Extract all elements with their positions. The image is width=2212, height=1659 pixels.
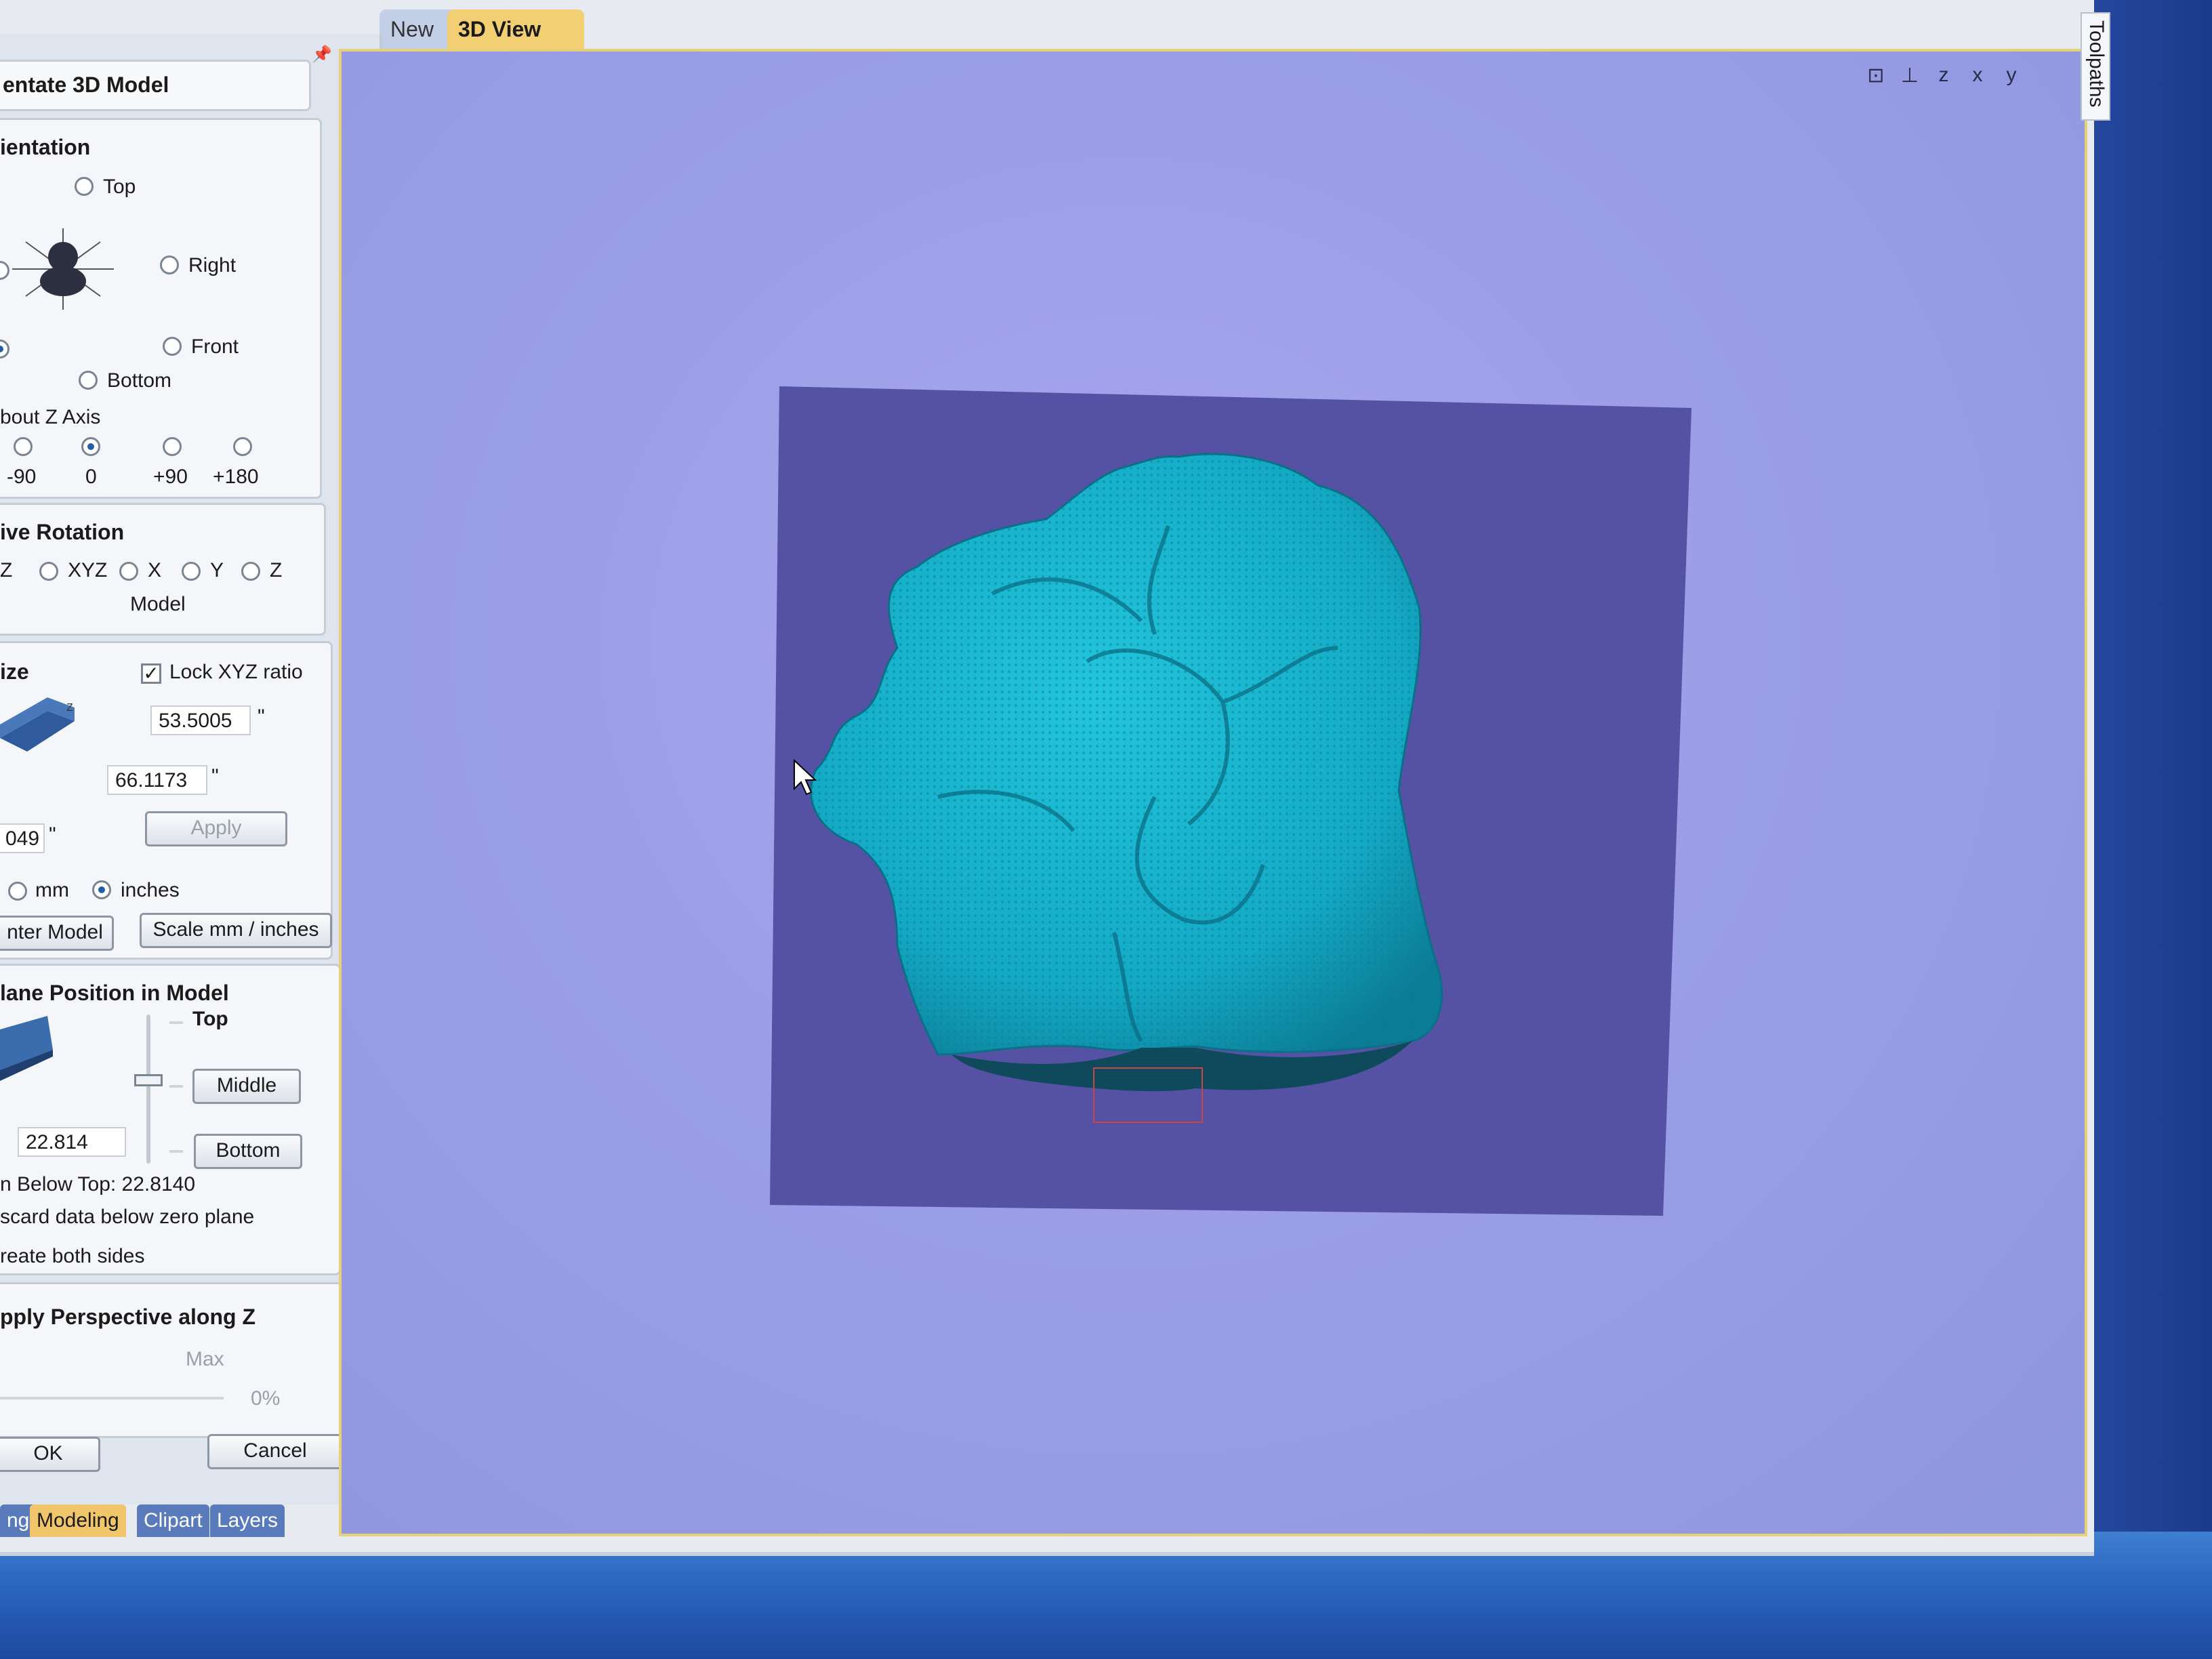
plane-top-label: Top <box>192 1008 228 1030</box>
size-title: ize <box>0 659 29 684</box>
pin-icon[interactable]: 📌 <box>312 45 332 64</box>
label-top: Top <box>103 176 136 198</box>
plane-slider-track[interactable] <box>146 1015 150 1164</box>
z-value-plus90: +90 <box>153 466 188 488</box>
z-value-0: 0 <box>85 466 97 488</box>
orientation-title: ientation <box>0 135 91 159</box>
cancel-button[interactable]: Cancel <box>207 1434 343 1469</box>
about-z-label: bout Z Axis <box>0 406 101 428</box>
radio-z-0[interactable] <box>81 437 100 456</box>
label-rot-xyz: XYZ <box>68 559 108 581</box>
apply-button[interactable]: Apply <box>145 811 287 846</box>
plane-preview-icon <box>0 1016 53 1081</box>
radio-z-plus180[interactable] <box>233 437 252 456</box>
lock-xyz-checkbox[interactable]: ✓ <box>141 663 161 684</box>
z-value-plus180: +180 <box>213 466 259 488</box>
svg-text:Z: Z <box>66 702 73 714</box>
radio-bottom[interactable] <box>79 371 98 390</box>
label-mm: mm <box>35 879 69 901</box>
tab-modeling[interactable]: Modeling <box>30 1504 126 1537</box>
plane-title: lane Position in Model <box>0 981 229 1005</box>
create-both-option[interactable]: reate both sides <box>0 1245 144 1268</box>
panel-title: entate 3D Model <box>3 73 169 97</box>
desktop-background <box>2094 0 2212 1532</box>
plane-value-field[interactable]: 22.814 <box>18 1127 126 1157</box>
size-field-3[interactable]: 049 <box>0 823 45 853</box>
mouse-cursor-icon <box>794 759 817 796</box>
rotation-model-label: Model <box>130 593 186 615</box>
radio-back[interactable] <box>0 340 9 359</box>
orientation-section: ientation Top Right Front Bottom bout Z … <box>0 118 322 499</box>
ok-button[interactable]: OK <box>0 1437 100 1472</box>
orientation-preview-icon <box>12 228 114 310</box>
tick-top <box>169 1021 183 1024</box>
toolpaths-label: Toolpaths <box>2085 20 2108 108</box>
3d-scene <box>770 386 1692 1216</box>
radio-inches[interactable] <box>92 880 111 899</box>
tab-clipart[interactable]: Clipart <box>137 1504 209 1537</box>
orientate-model-panel: 📌 entate 3D Model ientation Top Right Fr… <box>0 34 382 1504</box>
tab-3d-view[interactable]: 3D View <box>447 9 584 49</box>
plane-position-section: lane Position in Model Top Middle Bottom… <box>0 964 341 1275</box>
label-front: Front <box>191 335 239 358</box>
rotation-section: ive Rotation Z XYZ X Y Z Model <box>0 503 326 636</box>
tab-layers[interactable]: Layers <box>210 1504 285 1537</box>
radio-z-minus90[interactable] <box>14 437 33 456</box>
scale-units-button[interactable]: Scale mm / inches <box>140 913 332 948</box>
center-model-button[interactable]: nter Model <box>0 916 114 951</box>
size-section: ize Z ✓ Lock XYZ ratio 53.5005 " 66.1173… <box>0 641 333 960</box>
radio-mm[interactable] <box>8 882 27 901</box>
lock-xyz-label: Lock XYZ ratio <box>169 661 303 683</box>
perspective-percent: 0% <box>251 1387 281 1410</box>
radio-right[interactable] <box>160 255 179 274</box>
tick-bottom <box>169 1150 183 1153</box>
z-value-minus90: -90 <box>7 466 37 488</box>
size-preview-icon: Z <box>0 697 75 752</box>
toolpaths-tab[interactable]: Toolpaths <box>2081 12 2110 121</box>
radio-rot-z[interactable] <box>241 562 260 581</box>
radio-rot-y[interactable] <box>182 562 201 581</box>
perspective-section: pply Perspective along Z Max 0% <box>0 1282 352 1438</box>
unit-mark-3: " <box>49 823 56 846</box>
tick-middle <box>169 1085 183 1088</box>
below-top-readout: n Below Top: 22.8140 <box>0 1173 196 1195</box>
label-inches: inches <box>121 879 180 901</box>
radio-left[interactable] <box>0 261 9 280</box>
label-bottom: Bottom <box>107 369 172 392</box>
unit-mark-1: " <box>258 705 265 728</box>
perspective-title: pply Perspective along Z <box>0 1305 255 1329</box>
radio-rot-xyz[interactable] <box>39 562 58 581</box>
discard-option[interactable]: scard data below zero plane <box>0 1206 254 1229</box>
rotation-title: ive Rotation <box>0 520 125 544</box>
perspective-max-label: Max <box>186 1348 224 1370</box>
radio-rot-x[interactable] <box>119 562 138 581</box>
application-window: New 3D View 📌 entate 3D Model ientation … <box>0 0 2110 1556</box>
radio-top[interactable] <box>75 177 94 196</box>
label-right: Right <box>188 254 237 276</box>
plane-slider-thumb[interactable] <box>134 1074 163 1086</box>
radio-z-plus90[interactable] <box>163 437 182 456</box>
3d-viewport[interactable]: ⊡ ⊥ z x y <box>339 49 2087 1536</box>
rotation-prefix: Z <box>0 559 13 581</box>
size-field-1[interactable]: 53.5005 <box>150 705 251 735</box>
perspective-slider[interactable] <box>0 1397 224 1399</box>
panel-tabs: ng Modeling Clipart Layers <box>0 1504 380 1538</box>
label-rot-x: X <box>148 559 162 581</box>
bottom-button[interactable]: Bottom <box>194 1134 302 1169</box>
label-rot-y: Y <box>210 559 224 581</box>
label-rot-z: Z <box>270 559 283 581</box>
unit-mark-2: " <box>211 765 219 787</box>
radio-front[interactable] <box>163 337 182 356</box>
middle-button[interactable]: Middle <box>192 1069 301 1104</box>
size-field-2[interactable]: 66.1173 <box>107 765 207 795</box>
panel-title-box: entate 3D Model <box>0 60 311 111</box>
